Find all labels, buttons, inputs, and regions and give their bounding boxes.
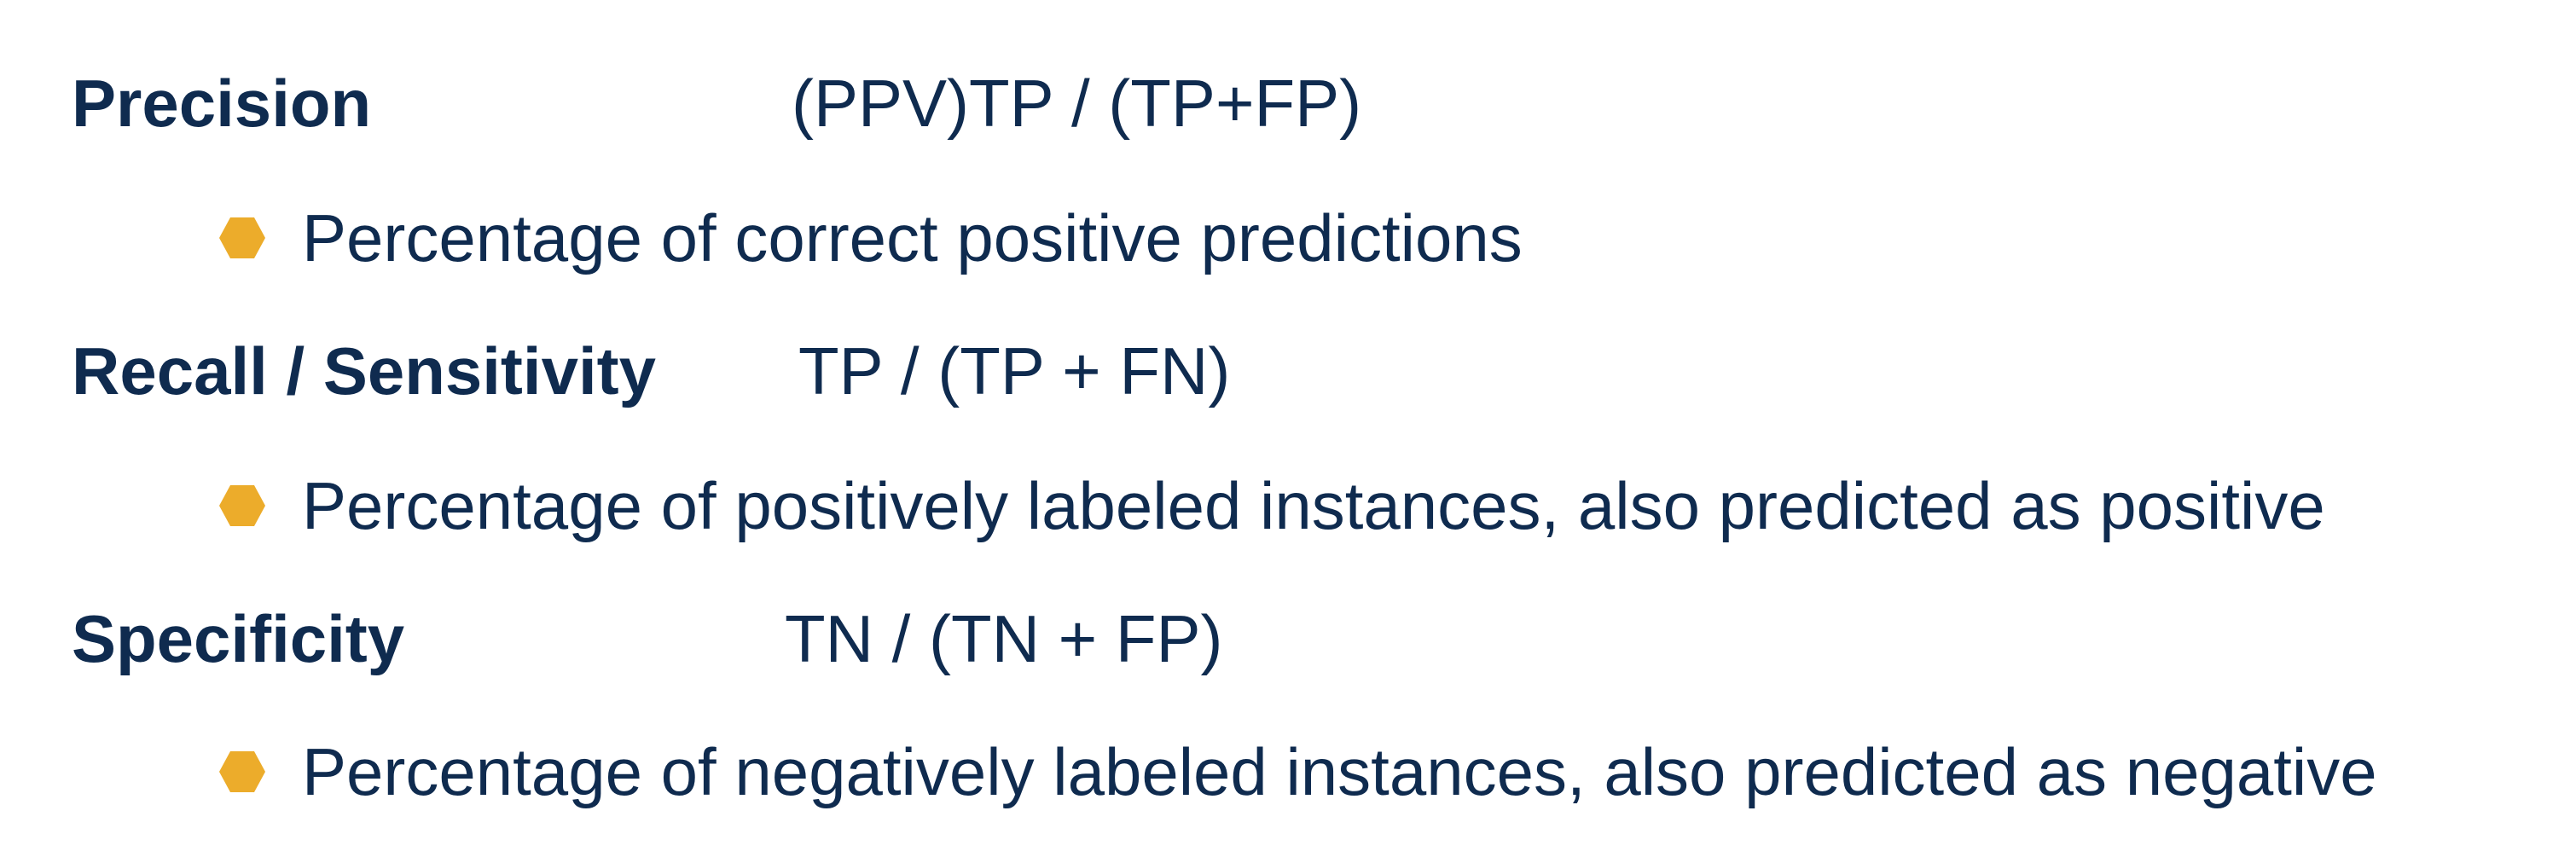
hexagon-icon — [219, 751, 265, 792]
description-precision: Percentage of correct positive predictio… — [302, 200, 1523, 275]
term-specificity: Specificity — [72, 601, 405, 676]
term-recall: Recall / Sensitivity — [72, 333, 656, 408]
bullet-recall: Percentage of positively labeled instanc… — [218, 467, 2325, 544]
hexagon-icon — [219, 217, 265, 258]
formula-specificity: TN / (TN + FP) — [785, 601, 1223, 676]
slide: Precision (PPV)TP / (TP+FP) Percentage o… — [0, 0, 2576, 863]
description-recall: Percentage of positively labeled instanc… — [302, 468, 2325, 543]
term-precision: Precision — [72, 66, 372, 141]
bullet-precision: Percentage of correct positive predictio… — [218, 200, 1523, 276]
hexagon-icon — [219, 485, 265, 526]
formula-recall: TP / (TP + FN) — [798, 333, 1231, 408]
description-specificity: Percentage of negatively labeled instanc… — [302, 734, 2377, 809]
bullet-specificity: Percentage of negatively labeled instanc… — [218, 733, 2377, 810]
formula-precision: (PPV)TP / (TP+FP) — [792, 66, 1362, 141]
